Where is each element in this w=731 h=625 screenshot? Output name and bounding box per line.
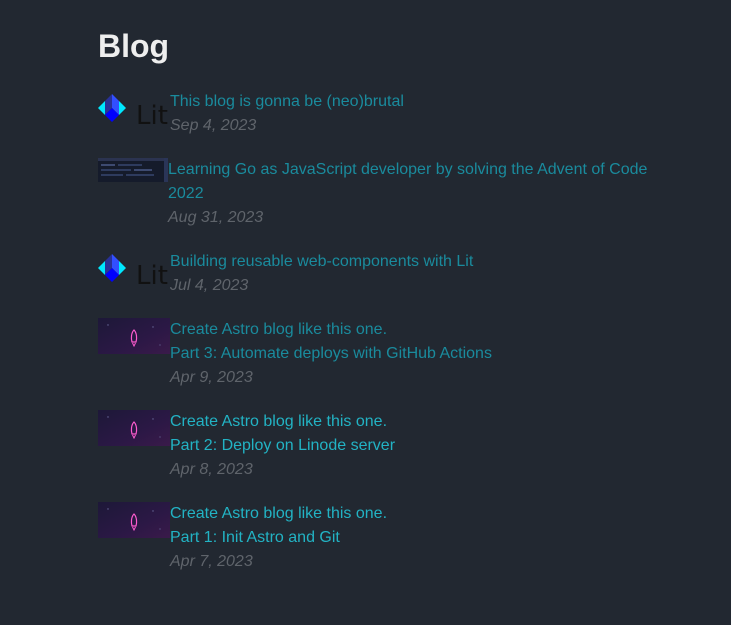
post-title-link[interactable]: Create Astro blog like this one. Part 2:… [170,410,395,458]
post-date: Apr 8, 2023 [170,461,253,478]
blog-post-item: Create Astro blog like this one. Part 3:… [98,318,492,390]
post-title-link[interactable]: Create Astro blog like this one. Part 3:… [170,318,492,366]
blog-page: Blog Lit This blog is gonna be (neo)brut… [0,0,731,625]
post-title-link[interactable]: Building reusable web-components with Li… [170,250,473,274]
post-date: Apr 7, 2023 [170,553,253,570]
astro-rocket-thumbnail[interactable] [98,502,170,538]
page-title: Blog [98,28,170,64]
post-date: Apr 9, 2023 [170,369,253,386]
lit-logo-icon[interactable]: Lit [98,250,170,286]
lit-logo-icon[interactable]: Lit [98,90,170,126]
blog-post-item: Create Astro blog like this one. Part 2:… [98,410,395,482]
astro-rocket-thumbnail[interactable] [98,410,170,446]
svg-text:Lit: Lit [136,261,168,286]
post-date: Jul 4, 2023 [170,277,249,294]
post-title-link[interactable]: Learning Go as JavaScript developer by s… [168,158,658,206]
astro-rocket-thumbnail[interactable] [98,318,170,354]
post-date: Sep 4, 2023 [170,117,257,134]
code-screenshot-thumbnail[interactable] [98,158,168,182]
blog-post-item: Create Astro blog like this one. Part 1:… [98,502,387,574]
post-title-link[interactable]: This blog is gonna be (neo)brutal [170,90,404,114]
svg-text:Lit: Lit [136,101,168,126]
post-title-link[interactable]: Create Astro blog like this one. Part 1:… [170,502,387,550]
blog-post-item: Lit Building reusable web-components wit… [98,250,473,298]
blog-post-item: Learning Go as JavaScript developer by s… [98,158,658,230]
post-date: Aug 31, 2023 [168,209,264,226]
blog-post-item: Lit This blog is gonna be (neo)brutal Se… [98,90,404,138]
